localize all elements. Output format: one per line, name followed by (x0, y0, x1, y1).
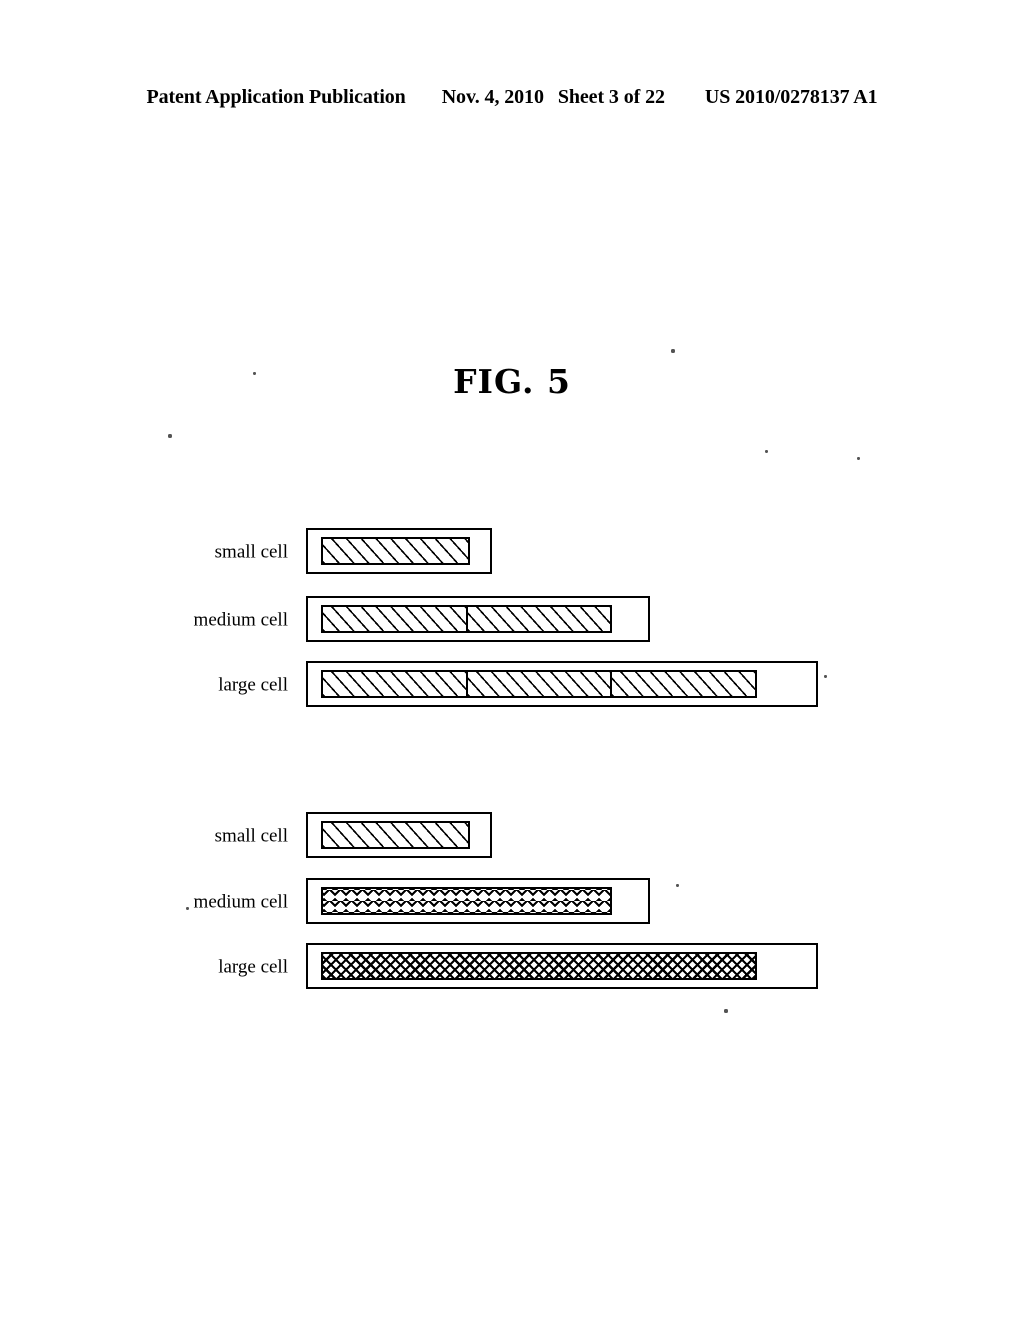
figure-diagram: small cell medium cell large cell small … (0, 0, 1024, 1320)
bar-segment (323, 889, 610, 913)
bar-segment (323, 539, 468, 563)
bar-segment (323, 672, 468, 696)
inner-bar-large-cell-g2 (321, 952, 757, 980)
table-row: medium cell (0, 878, 1024, 926)
scan-artifact (765, 450, 768, 453)
inner-bar-large-cell-g1 (321, 670, 757, 698)
scan-artifact (824, 675, 827, 678)
table-row: large cell (0, 943, 1024, 991)
scan-artifact (676, 884, 679, 887)
row-label-large-cell-g2: large cell (218, 956, 288, 978)
inner-bar-small-cell-g2 (321, 821, 470, 849)
row-label-medium-cell-g1: medium cell (193, 609, 288, 631)
scan-artifact (724, 1009, 728, 1013)
row-label-small-cell-g1: small cell (214, 541, 288, 563)
table-row: small cell (0, 528, 1024, 576)
bar-segment (467, 607, 610, 631)
row-label-small-cell-g2: small cell (214, 825, 288, 847)
bar-segment (323, 954, 755, 978)
inner-bar-medium-cell-g1 (321, 605, 612, 633)
inner-bar-medium-cell-g2 (321, 887, 612, 915)
scan-artifact (671, 349, 675, 353)
bar-segment (467, 672, 613, 696)
scan-artifact (186, 907, 189, 910)
scan-artifact (857, 457, 860, 460)
inner-bar-small-cell-g1 (321, 537, 470, 565)
table-row: small cell (0, 812, 1024, 860)
row-label-medium-cell-g2: medium cell (193, 891, 288, 913)
row-label-large-cell-g1: large cell (218, 674, 288, 696)
scan-artifact (168, 434, 172, 438)
table-row: large cell (0, 661, 1024, 709)
table-row: medium cell (0, 596, 1024, 644)
bar-segment (323, 823, 468, 847)
scan-artifact (253, 372, 256, 375)
bar-segment (612, 672, 756, 696)
bar-segment (323, 607, 468, 631)
